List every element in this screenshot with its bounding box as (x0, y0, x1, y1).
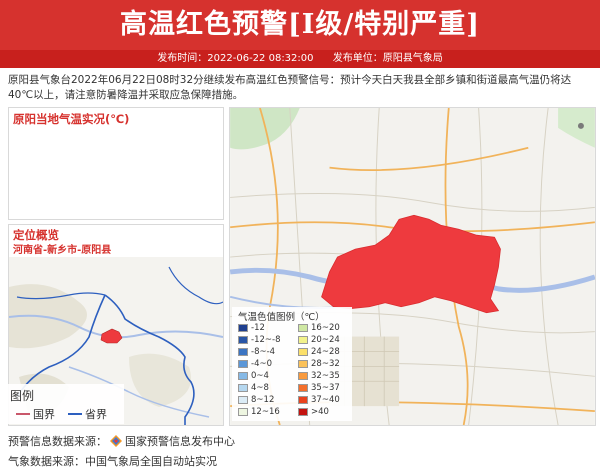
issuer: 发布单位：原阳县气象局 (332, 53, 443, 64)
temperature-legend-item: -12~-8 (238, 335, 280, 345)
temperature-legend-item: 35~37 (298, 383, 340, 393)
issue-time: 发布时间：2022-06-22 08:32:00 (157, 53, 314, 64)
temperature-panel-title: 原阳当地气温实况(℃) (13, 112, 130, 126)
color-swatch (298, 384, 308, 392)
temperature-range-label: 0~4 (251, 371, 269, 381)
temperature-legend-title: 气温色值图例（℃） (238, 312, 325, 323)
temperature-range-label: >40 (311, 407, 329, 417)
color-swatch (238, 348, 248, 356)
legend-item-provincial: 省界 (68, 406, 107, 422)
color-swatch (298, 396, 308, 404)
warning-description: 原阳县气象台2022年06月22日08时32分继续发布高温红色预警信号：预计今天… (8, 74, 572, 101)
legend-title: 图例 (10, 389, 35, 403)
warning-title: 高温红色预警[I级/特别严重] (119, 9, 481, 40)
temperature-panel: 原阳当地气温实况(℃) (8, 107, 224, 220)
temperature-range-label: 35~37 (311, 383, 340, 393)
legend-item-national: 国界 (16, 406, 55, 422)
temperature-legend-item: 0~4 (238, 371, 269, 381)
temperature-legend-item: >40 (298, 407, 329, 417)
provincial-border-line-icon (68, 413, 82, 415)
temperature-legend-item: 20~24 (298, 335, 340, 345)
temperature-legend-item: 8~12 (238, 395, 274, 405)
color-swatch (238, 372, 248, 380)
temperature-range-label: 32~35 (311, 371, 340, 381)
temperature-legend-item: -4~0 (238, 359, 272, 369)
temperature-legend-item: 12~16 (238, 407, 280, 417)
temperature-range-label: 16~20 (311, 323, 340, 333)
temperature-range-label: -12 (251, 323, 265, 333)
warning-header: 高温红色预警[I级/特别严重] (0, 0, 600, 50)
color-swatch (298, 372, 308, 380)
temperature-legend-item: -8~-4 (238, 347, 275, 357)
weather-source-line: 气象数据来源：中国气象局全国自动站实况 (8, 455, 217, 468)
national-border-line-icon (16, 413, 30, 415)
temperature-legend-item: 16~20 (298, 323, 340, 333)
color-swatch (238, 336, 248, 344)
temperature-legend-item: 24~28 (298, 347, 340, 357)
color-swatch (298, 324, 308, 332)
temperature-range-label: 20~24 (311, 335, 340, 345)
color-swatch (298, 348, 308, 356)
temperature-range-label: -4~0 (251, 359, 273, 369)
color-swatch (238, 384, 248, 392)
color-swatch (238, 396, 248, 404)
temperature-range-label: 37~40 (311, 395, 340, 405)
early-warning-center-logo-icon (110, 435, 122, 447)
temperature-range-label: 4~8 (251, 383, 269, 393)
temperature-range-label: -12~-8 (251, 335, 281, 345)
temperature-range-label: -8~-4 (251, 347, 276, 357)
color-swatch (298, 408, 308, 416)
temperature-legend-item: 28~32 (298, 359, 340, 369)
temperature-legend-item: 32~35 (298, 371, 340, 381)
temperature-color-legend: 气温色值图例（℃） -12 -12~-8 -8~-4 -4~0 0~4 4~8 8~12 12… (232, 307, 352, 421)
temperature-range-label: 24~28 (311, 347, 340, 357)
color-swatch (298, 360, 308, 368)
temperature-range-label: 12~16 (251, 407, 280, 417)
temperature-legend-item: 37~40 (298, 395, 340, 405)
temperature-range-label: 8~12 (251, 395, 275, 405)
color-swatch (238, 408, 248, 416)
temperature-range-label: 28~32 (311, 359, 340, 369)
warning-source-name[interactable]: 国家预警信息发布中心 (125, 433, 235, 449)
temperature-legend-item: -12 (238, 323, 265, 333)
warning-meta-bar: 发布时间：2022-06-22 08:32:00 发布单位：原阳县气象局 (0, 50, 600, 68)
location-path: 河南省-新乡市-原阳县 (13, 245, 112, 256)
color-swatch (238, 324, 248, 332)
warning-source-line: 预警信息数据来源： 国家预警信息发布中心 (8, 433, 235, 449)
boundary-legend: 图例 国界 省界 (4, 384, 124, 424)
temperature-legend-item: 4~8 (238, 383, 269, 393)
color-swatch (298, 336, 308, 344)
color-swatch (238, 360, 248, 368)
